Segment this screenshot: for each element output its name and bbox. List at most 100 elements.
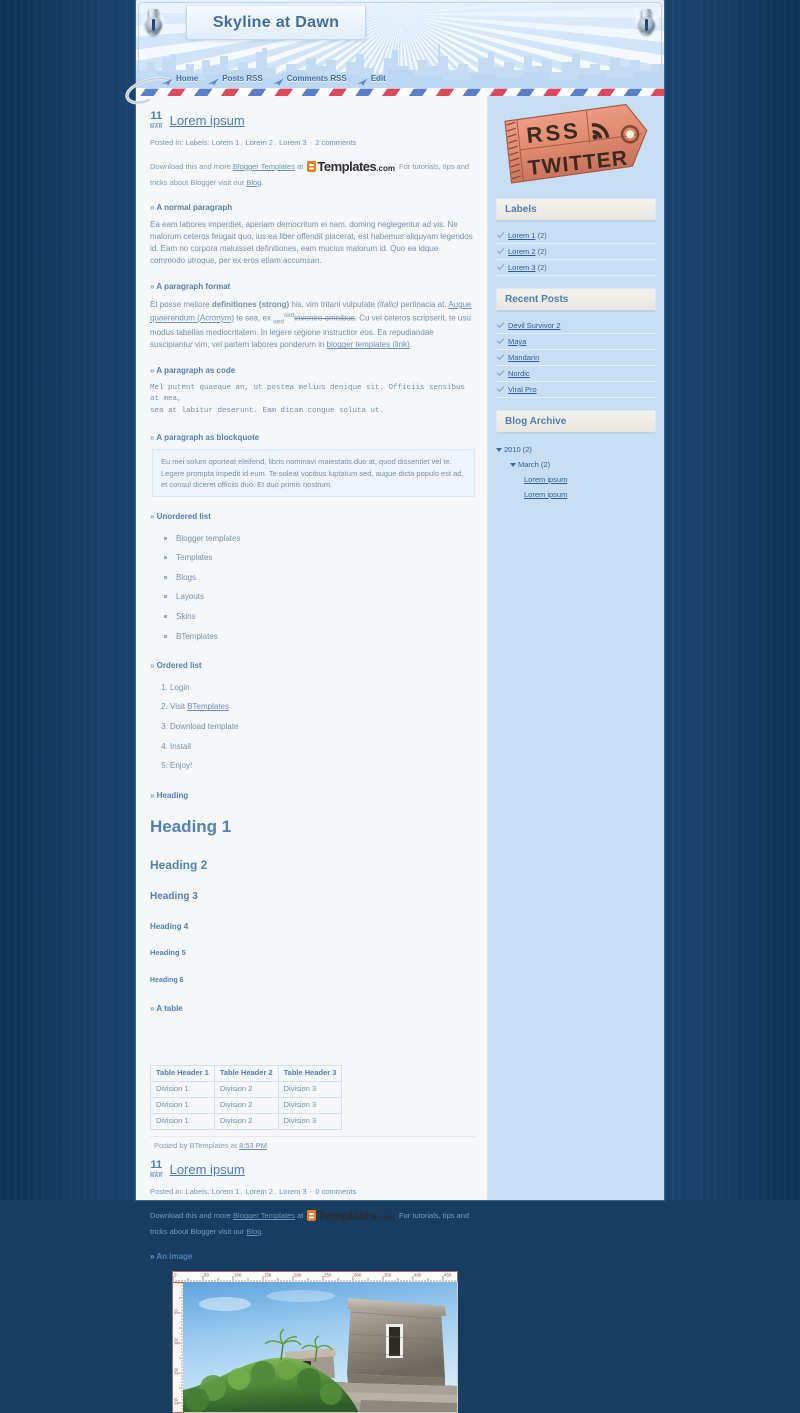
ruler-horizontal: 0 50 100 150 200 250 300 350 400 450 [172, 1270, 458, 1282]
archive-year[interactable]: 2010 (2) [496, 442, 656, 457]
nav-item-posts-rss[interactable]: Posts RSS [208, 74, 263, 86]
label-count: (2) [537, 231, 547, 240]
post-comments-link[interactable]: 0 comments [315, 1187, 356, 1196]
chevron-down-icon [510, 463, 516, 467]
ft-h: . [409, 340, 412, 350]
main-navigation[interactable]: Home Posts RSS Comments RSS Edit [136, 70, 664, 86]
post-comments-link[interactable]: 2 comments [315, 138, 356, 147]
check-icon [496, 352, 505, 360]
svg-text:300: 300 [354, 1272, 362, 1277]
archive-post-link[interactable]: Lorem ipsum [524, 490, 567, 499]
ft-italic: (italic) [377, 299, 399, 309]
list-item: Blogger templates [164, 529, 475, 549]
list-item: Skins [164, 607, 475, 627]
ft-b: his, vim tritani vulputate [289, 299, 378, 309]
nav-item-comments-rss[interactable]: Comments RSS [272, 73, 347, 86]
heading-4: Heading 4 [150, 921, 189, 931]
rss-twitter-ticket[interactable]: RSS TWITTER [498, 103, 654, 188]
widget-recent-posts: Recent Posts Devil Survivor 2 Maya Manda… [496, 288, 656, 398]
post-meta-posted-in: Posted in: [150, 138, 184, 147]
label-count: (2) [537, 263, 547, 272]
label-link[interactable]: Lorem 3 [508, 263, 536, 272]
widget-labels: Labels Lorem 1 (2) Lorem 2 (2) Lorem 3 (… [496, 198, 656, 276]
widget-title: Blog Archive [496, 410, 656, 434]
post-footer-time-link[interactable]: 8:53 PM [239, 1141, 267, 1150]
archive-month[interactable]: March (2) [496, 457, 656, 472]
label-link[interactable]: Lorem 1 [508, 231, 536, 240]
nav-item-edit[interactable]: Edit [356, 74, 386, 86]
recent-post-link[interactable]: Devil Survivor 2 [508, 321, 561, 330]
post-label-link[interactable]: Lorem 2 [245, 1187, 273, 1196]
post-header: 11 MAR Lorem ipsum [146, 106, 479, 132]
archive-post[interactable]: Lorem ipsum [496, 487, 656, 502]
list-item[interactable]: Viral Pro [496, 382, 656, 398]
btemplates-b-mark-icon [307, 161, 317, 172]
site-title-plate[interactable]: Skyline at Dawn [186, 6, 366, 40]
table-row: Division 1 Division 2 Division 3 [150, 1112, 343, 1130]
mayan-ruin-photo [183, 1281, 457, 1412]
post-label-link[interactable]: Lorem 1 [212, 1187, 240, 1196]
promo-text: Download this and more Blogger Templates… [150, 157, 475, 188]
paper-plane-icon [208, 74, 219, 86]
svg-text:350: 350 [384, 1272, 392, 1277]
list-item[interactable]: Lorem 1 (2) [496, 228, 656, 244]
check-icon [496, 320, 505, 328]
section-heading-normal-paragraph: A normal paragraph [150, 202, 475, 214]
list-item[interactable]: Lorem 2 (2) [496, 244, 656, 260]
recent-post-link[interactable]: Mandarin [508, 353, 539, 362]
check-icon [496, 368, 505, 376]
list-item[interactable]: Nordic [496, 366, 656, 382]
btemplates-link[interactable]: BTemplates [187, 702, 229, 711]
list-item[interactable]: Maya [496, 334, 656, 350]
btemplates-logo: Templates .com [307, 1206, 395, 1226]
post-title-link[interactable]: Lorem ipsum [170, 1162, 245, 1177]
widget-blog-archive: Blog Archive 2010 (2) March (2) Lorem ip… [496, 410, 656, 502]
nav-label: Comments RSS [286, 73, 347, 83]
archive-post-link[interactable]: Lorem ipsum [524, 475, 567, 484]
list-item[interactable]: Mandarin [496, 350, 656, 366]
nav-item-home[interactable]: Home [162, 74, 198, 86]
table-cell: Division 3 [277, 1080, 343, 1098]
content-columns: 11 MAR Lorem ipsum Posted in: Labels: Lo… [136, 96, 664, 1413]
ft-strike: invenire omnibus [294, 313, 355, 323]
list-item: BTemplates [164, 627, 475, 647]
promo-at: at [297, 1211, 304, 1221]
blogger-templates-link[interactable]: Blogger Templates [233, 162, 295, 171]
svg-text:50: 50 [204, 1272, 209, 1277]
table-cell: Division 1 [150, 1096, 215, 1114]
chevron-down-icon [496, 448, 502, 452]
recent-post-link[interactable]: Maya [508, 337, 526, 346]
heading-1: Heading 1 [150, 817, 232, 837]
table-row: Division 1 Division 2 Division 3 [150, 1096, 343, 1114]
post-label-link[interactable]: Lorem 3 [279, 1187, 307, 1196]
table-cell: Division 3 [277, 1096, 343, 1114]
recent-post-link[interactable]: Nordic [508, 369, 530, 378]
post-meta-labels-label: Labels: [185, 1187, 210, 1197]
table-cell: Division 1 [150, 1112, 215, 1130]
post-label-link[interactable]: Lorem 2 [245, 138, 273, 147]
post-label-link[interactable]: Lorem 3 [279, 138, 307, 147]
normal-paragraph-text: Ea eam labores imperdiet, aperiam democr… [150, 220, 473, 266]
blog-link[interactable]: Blog [246, 178, 261, 187]
post-label-link[interactable]: Lorem 1 [212, 138, 240, 147]
blog-shell: Skyline at Dawn Home Posts RSS Comments … [125, 0, 664, 1413]
list-item[interactable]: Lorem 3 (2) [496, 260, 656, 276]
ft-link[interactable]: blogger templates (link) [327, 340, 410, 349]
list-item[interactable]: Devil Survivor 2 [496, 318, 656, 334]
section-heading-paragraph-as-code: A paragraph as code [150, 365, 475, 377]
promo-at: at [297, 162, 304, 171]
heading-6: Heading 6 [150, 977, 184, 985]
ruler-vertical: 50 100 150 200 [172, 1281, 183, 1413]
archive-post[interactable]: Lorem ipsum [496, 472, 656, 487]
label-link[interactable]: Lorem 2 [508, 247, 536, 256]
blog-link[interactable]: Blog [246, 1227, 261, 1236]
recent-post-link[interactable]: Viral Pro [508, 385, 537, 394]
btemplates-logo: Templates .com [307, 157, 395, 177]
post-title-link[interactable]: Lorem ipsum [170, 113, 245, 128]
svg-text:200: 200 [294, 1272, 302, 1277]
promo-period: . [261, 1226, 264, 1236]
check-icon [496, 384, 505, 392]
blogger-templates-link[interactable]: Blogger Templates [233, 1211, 295, 1220]
labels-list: Lorem 1 (2) Lorem 2 (2) Lorem 3 (2) [496, 228, 656, 276]
archive-tree: 2010 (2) March (2) Lorem ipsum Lorem ips… [496, 442, 656, 502]
